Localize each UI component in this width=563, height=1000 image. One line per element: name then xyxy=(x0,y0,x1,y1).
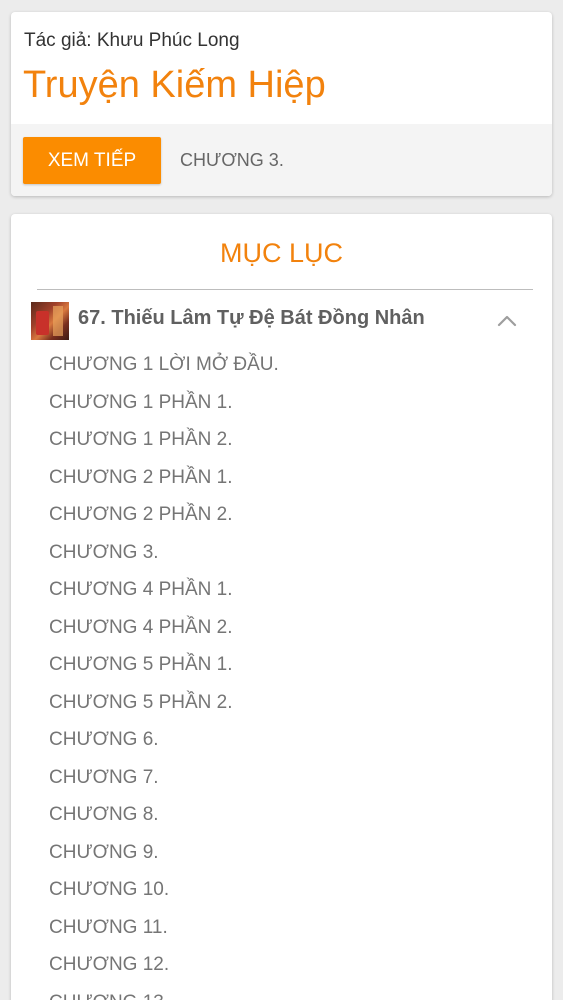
chapter-item[interactable]: CHƯƠNG 9. xyxy=(49,834,279,872)
story-title: Truyện Kiếm Hiệp xyxy=(23,64,326,106)
chapter-item[interactable]: CHƯƠNG 2 PHẦN 2. xyxy=(49,496,279,534)
chapter-list: CHƯƠNG 1 LỜI MỞ ĐẦU. CHƯƠNG 1 PHẦN 1. CHƯƠ… xyxy=(49,346,279,1000)
continue-reading-button[interactable]: XEM TIẾP xyxy=(23,137,161,184)
chapter-item[interactable]: CHƯƠNG 5 PHẦN 1. xyxy=(49,646,279,684)
chapter-item[interactable]: CHƯƠNG 3. xyxy=(49,534,279,572)
chapter-item[interactable]: CHƯƠNG 1 LỜI MỞ ĐẦU. xyxy=(49,346,279,384)
current-chapter-label[interactable]: CHƯƠNG 3. xyxy=(180,150,284,171)
toc-divider xyxy=(37,289,533,290)
volume-cover-image xyxy=(31,302,69,340)
volume-header[interactable]: 67. Thiếu Lâm Tự Đệ Bát Đồng Nhân xyxy=(31,300,531,342)
continue-reading-bar: XEM TIẾP CHƯƠNG 3. xyxy=(11,124,552,196)
chapter-item[interactable]: CHƯƠNG 1 PHẦN 2. xyxy=(49,421,279,459)
reader-page: Tác giả: Khưu Phúc Long Truyện Kiếm Hiệp… xyxy=(0,0,563,1000)
chapter-item[interactable]: CHƯƠNG 12. xyxy=(49,946,279,984)
chapter-item[interactable]: CHƯƠNG 4 PHẦN 2. xyxy=(49,609,279,647)
chapter-item[interactable]: CHƯƠNG 4 PHẦN 1. xyxy=(49,571,279,609)
chapter-item[interactable]: CHƯƠNG 7. xyxy=(49,759,279,797)
chapter-item[interactable]: CHƯƠNG 10. xyxy=(49,871,279,909)
chapter-item[interactable]: CHƯƠNG 6. xyxy=(49,721,279,759)
chevron-up-icon[interactable] xyxy=(497,313,517,327)
chapter-item[interactable]: CHƯƠNG 8. xyxy=(49,796,279,834)
chapter-item[interactable]: CHƯƠNG 2 PHẦN 1. xyxy=(49,459,279,497)
author-label: Tác giả: Khưu Phúc Long xyxy=(24,30,240,51)
volume-title: 67. Thiếu Lâm Tự Đệ Bát Đồng Nhân xyxy=(78,307,425,329)
chapter-item[interactable]: CHƯƠNG 11. xyxy=(49,909,279,947)
chapter-item[interactable]: CHƯƠNG 5 PHẦN 2. xyxy=(49,684,279,722)
table-of-contents-card: MỤC LỤC 67. Thiếu Lâm Tự Đệ Bát Đồng Nhâ… xyxy=(11,214,552,1000)
story-info-card: Tác giả: Khưu Phúc Long Truyện Kiếm Hiệp… xyxy=(11,12,552,196)
chapter-item[interactable]: CHƯƠNG 1 PHẦN 1. xyxy=(49,384,279,422)
chapter-item[interactable]: CHƯƠNG 13. xyxy=(49,984,279,1000)
toc-heading: MỤC LỤC xyxy=(219,238,343,268)
